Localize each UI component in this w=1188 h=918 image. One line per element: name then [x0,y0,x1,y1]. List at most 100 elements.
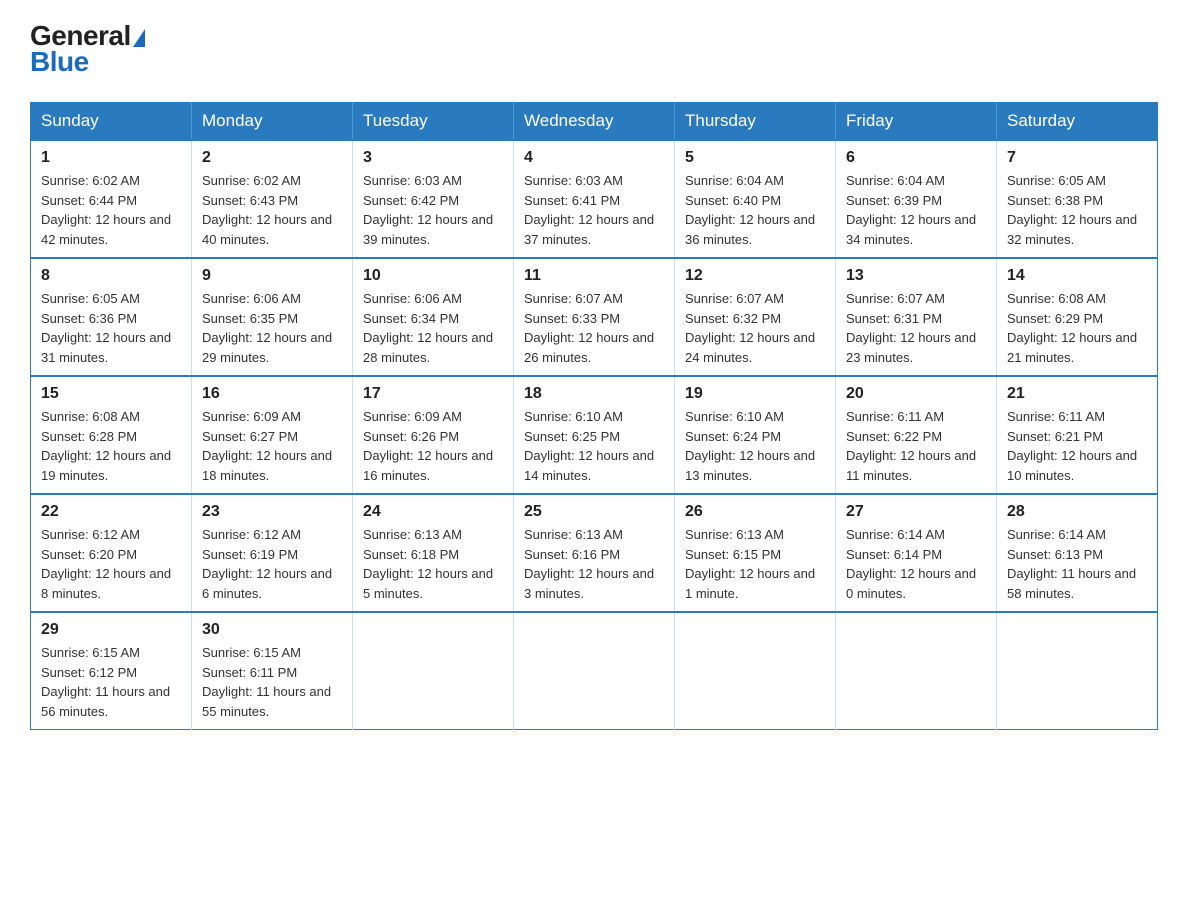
day-cell: 11 Sunrise: 6:07 AMSunset: 6:33 PMDayligh… [514,258,675,376]
calendar-header: SundayMondayTuesdayWednesdayThursdayFrid… [31,103,1158,141]
day-number: 22 [41,503,181,521]
day-info: Sunrise: 6:11 AMSunset: 6:22 PMDaylight:… [846,407,986,485]
day-number: 11 [524,267,664,285]
week-row-5: 29Sunrise: 6:15 AMSunset: 6:12 PMDayligh… [31,612,1158,730]
day-info: Sunrise: 6:05 AMSunset: 6:38 PMDaylight:… [1007,171,1147,249]
header-tuesday: Tuesday [353,103,514,141]
day-number: 9 [202,267,342,285]
day-number: 18 [524,385,664,403]
day-info: Sunrise: 6:09 AMSunset: 6:27 PMDaylight:… [202,407,342,485]
day-number: 7 [1007,149,1147,167]
day-info: Sunrise: 6:13 AMSunset: 6:16 PMDaylight:… [524,525,664,603]
day-number: 1 [41,149,181,167]
day-number: 23 [202,503,342,521]
day-number: 12 [685,267,825,285]
header-thursday: Thursday [675,103,836,141]
day-info: Sunrise: 6:09 AMSunset: 6:26 PMDaylight:… [363,407,503,485]
header-sunday: Sunday [31,103,192,141]
day-cell: 3 Sunrise: 6:03 AMSunset: 6:42 PMDaylight… [353,140,514,258]
day-info: Sunrise: 6:06 AMSunset: 6:35 PMDaylight:… [202,289,342,367]
day-number: 3 [363,149,503,167]
day-number: 6 [846,149,986,167]
day-cell: 2Sunrise: 6:02 AMSunset: 6:43 PMDaylight… [192,140,353,258]
day-number: 17 [363,385,503,403]
day-cell: 7 Sunrise: 6:05 AMSunset: 6:38 PMDaylight… [997,140,1158,258]
day-number: 27 [846,503,986,521]
day-info: Sunrise: 6:08 AMSunset: 6:28 PMDaylight:… [41,407,181,485]
day-info: Sunrise: 6:11 AMSunset: 6:21 PMDaylight:… [1007,407,1147,485]
day-cell [675,612,836,730]
day-info: Sunrise: 6:06 AMSunset: 6:34 PMDaylight:… [363,289,503,367]
day-number: 8 [41,267,181,285]
header-wednesday: Wednesday [514,103,675,141]
day-info: Sunrise: 6:02 AMSunset: 6:44 PMDaylight:… [41,171,181,249]
day-info: Sunrise: 6:07 AMSunset: 6:31 PMDaylight:… [846,289,986,367]
day-cell: 20 Sunrise: 6:11 AMSunset: 6:22 PMDayligh… [836,376,997,494]
day-info: Sunrise: 6:03 AMSunset: 6:41 PMDaylight:… [524,171,664,249]
day-cell [353,612,514,730]
day-number: 26 [685,503,825,521]
day-cell: 27 Sunrise: 6:14 AMSunset: 6:14 PMDayligh… [836,494,997,612]
day-cell: 12 Sunrise: 6:07 AMSunset: 6:32 PMDayligh… [675,258,836,376]
week-row-2: 8Sunrise: 6:05 AMSunset: 6:36 PMDaylight… [31,258,1158,376]
day-info: Sunrise: 6:10 AMSunset: 6:25 PMDaylight:… [524,407,664,485]
header-monday: Monday [192,103,353,141]
day-cell: 22Sunrise: 6:12 AMSunset: 6:20 PMDayligh… [31,494,192,612]
calendar-table: SundayMondayTuesdayWednesdayThursdayFrid… [30,102,1158,730]
day-cell: 29Sunrise: 6:15 AMSunset: 6:12 PMDayligh… [31,612,192,730]
day-number: 16 [202,385,342,403]
day-info: Sunrise: 6:04 AMSunset: 6:39 PMDaylight:… [846,171,986,249]
day-cell: 18 Sunrise: 6:10 AMSunset: 6:25 PMDayligh… [514,376,675,494]
day-cell: 15 Sunrise: 6:08 AMSunset: 6:28 PMDayligh… [31,376,192,494]
day-cell: 30 Sunrise: 6:15 AMSunset: 6:11 PMDayligh… [192,612,353,730]
day-number: 20 [846,385,986,403]
day-number: 5 [685,149,825,167]
day-info: Sunrise: 6:15 AMSunset: 6:11 PMDaylight:… [202,643,342,721]
day-info: Sunrise: 6:14 AMSunset: 6:13 PMDaylight:… [1007,525,1147,603]
day-info: Sunrise: 6:10 AMSunset: 6:24 PMDaylight:… [685,407,825,485]
logo-triangle-icon [133,29,145,47]
day-cell: 25 Sunrise: 6:13 AMSunset: 6:16 PMDayligh… [514,494,675,612]
day-info: Sunrise: 6:14 AMSunset: 6:14 PMDaylight:… [846,525,986,603]
day-cell: 23 Sunrise: 6:12 AMSunset: 6:19 PMDayligh… [192,494,353,612]
day-number: 30 [202,621,342,639]
day-cell: 9 Sunrise: 6:06 AMSunset: 6:35 PMDaylight… [192,258,353,376]
day-info: Sunrise: 6:07 AMSunset: 6:33 PMDaylight:… [524,289,664,367]
day-number: 4 [524,149,664,167]
calendar-body: 1 Sunrise: 6:02 AMSunset: 6:44 PMDaylight… [31,140,1158,730]
day-number: 21 [1007,385,1147,403]
day-info: Sunrise: 6:08 AMSunset: 6:29 PMDaylight:… [1007,289,1147,367]
day-cell: 10 Sunrise: 6:06 AMSunset: 6:34 PMDayligh… [353,258,514,376]
day-cell [836,612,997,730]
days-header-row: SundayMondayTuesdayWednesdayThursdayFrid… [31,103,1158,141]
day-info: Sunrise: 6:15 AMSunset: 6:12 PMDaylight:… [41,643,181,721]
day-number: 25 [524,503,664,521]
day-info: Sunrise: 6:07 AMSunset: 6:32 PMDaylight:… [685,289,825,367]
logo: General Blue [30,20,145,84]
week-row-1: 1 Sunrise: 6:02 AMSunset: 6:44 PMDaylight… [31,140,1158,258]
day-cell: 16 Sunrise: 6:09 AMSunset: 6:27 PMDayligh… [192,376,353,494]
day-cell: 5Sunrise: 6:04 AMSunset: 6:40 PMDaylight… [675,140,836,258]
day-cell: 4 Sunrise: 6:03 AMSunset: 6:41 PMDaylight… [514,140,675,258]
day-cell: 26Sunrise: 6:13 AMSunset: 6:15 PMDayligh… [675,494,836,612]
day-info: Sunrise: 6:13 AMSunset: 6:18 PMDaylight:… [363,525,503,603]
day-cell: 28Sunrise: 6:14 AMSunset: 6:13 PMDayligh… [997,494,1158,612]
day-cell: 19Sunrise: 6:10 AMSunset: 6:24 PMDayligh… [675,376,836,494]
day-cell: 24Sunrise: 6:13 AMSunset: 6:18 PMDayligh… [353,494,514,612]
day-cell [514,612,675,730]
day-cell: 21 Sunrise: 6:11 AMSunset: 6:21 PMDayligh… [997,376,1158,494]
day-number: 15 [41,385,181,403]
day-info: Sunrise: 6:12 AMSunset: 6:19 PMDaylight:… [202,525,342,603]
header-friday: Friday [836,103,997,141]
logo-blue-text: Blue [30,46,89,78]
day-info: Sunrise: 6:03 AMSunset: 6:42 PMDaylight:… [363,171,503,249]
day-number: 14 [1007,267,1147,285]
day-cell: 14 Sunrise: 6:08 AMSunset: 6:29 PMDayligh… [997,258,1158,376]
day-cell: 6 Sunrise: 6:04 AMSunset: 6:39 PMDaylight… [836,140,997,258]
day-cell: 13Sunrise: 6:07 AMSunset: 6:31 PMDayligh… [836,258,997,376]
day-cell [997,612,1158,730]
header-saturday: Saturday [997,103,1158,141]
page-header: General Blue [30,20,1158,84]
day-info: Sunrise: 6:02 AMSunset: 6:43 PMDaylight:… [202,171,342,249]
day-number: 10 [363,267,503,285]
